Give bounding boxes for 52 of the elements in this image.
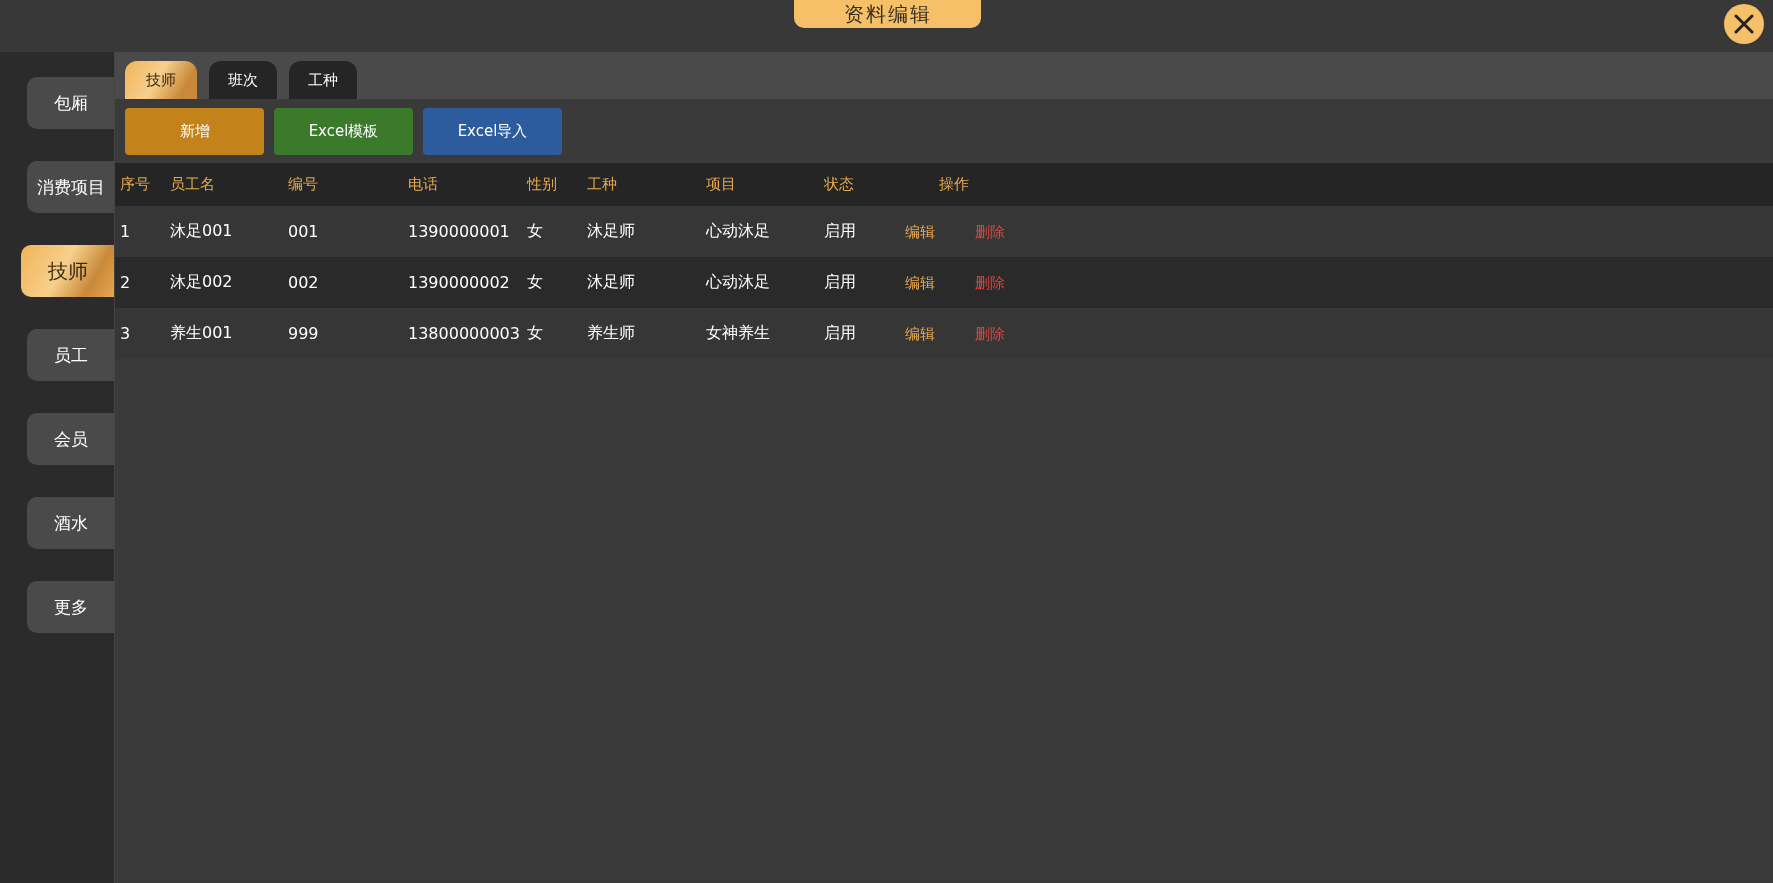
table-cell-text: 启用 (824, 221, 857, 242)
table-cell-text: 沐足师 (587, 272, 636, 293)
table-cell-text: 启用 (824, 272, 857, 293)
table-cell-text: 沐足师 (587, 221, 636, 242)
table-cell-text: 沐足002 (170, 272, 234, 293)
column-header: 工种 (587, 175, 618, 194)
column-header: 性别 (527, 175, 558, 194)
table-cell-text: 女 (527, 323, 544, 344)
table-cell-text: 1390000002 (408, 273, 511, 292)
close-icon (1734, 14, 1754, 34)
window-title: 资料编辑 (794, 0, 981, 28)
column-header: 编号 (288, 175, 319, 194)
table-cell-text: 001 (288, 222, 320, 241)
edit-link[interactable]: 编辑 (905, 273, 935, 292)
tab[interactable]: 班次 (209, 61, 277, 99)
table-cell-text: 女神养生 (706, 323, 771, 344)
close-button[interactable] (1724, 4, 1764, 44)
table-cell-text: 沐足001 (170, 221, 234, 242)
column-header: 员工名 (170, 175, 216, 194)
table-cell-text: 女 (527, 221, 544, 242)
column-header: 电话 (408, 175, 439, 194)
delete-link[interactable]: 删除 (975, 273, 1005, 292)
table-cell-text: 3 (120, 324, 132, 343)
edit-link[interactable]: 编辑 (905, 324, 935, 343)
column-header: 状态 (824, 175, 855, 194)
table-cell-text: 1 (120, 222, 132, 241)
sidebar-item[interactable]: 会员 (27, 413, 114, 465)
sidebar-item[interactable]: 消费项目 (27, 161, 114, 213)
template-button[interactable]: Excel模板 (274, 107, 413, 155)
table-cell-text: 999 (288, 324, 320, 343)
column-header: 操作 (938, 175, 970, 194)
table-cell-text: 心动沐足 (706, 221, 771, 242)
import-button[interactable]: Excel导入 (423, 107, 562, 155)
edit-link[interactable]: 编辑 (905, 222, 935, 241)
table-cell-text: 养生001 (170, 323, 234, 344)
column-header: 序号 (120, 175, 151, 194)
sidebar-item[interactable]: 技师 (21, 245, 114, 297)
table-cell-text: 启用 (824, 323, 857, 344)
table-cell-text: 心动沐足 (706, 272, 771, 293)
column-header: 项目 (706, 175, 737, 194)
tab[interactable]: 技师 (125, 61, 197, 99)
table-cell-text: 女 (527, 272, 544, 293)
table-cell-text: 13800000003 (408, 324, 521, 343)
sidebar-item[interactable]: 酒水 (27, 497, 114, 549)
table-cell-text: 2 (120, 273, 132, 292)
tab[interactable]: 工种 (289, 61, 357, 99)
sidebar-item[interactable]: 员工 (27, 329, 114, 381)
table-cell-text: 002 (288, 273, 320, 292)
table-cell-text: 养生师 (587, 323, 636, 344)
table-cell-text: 1390000001 (408, 222, 511, 241)
sidebar-item[interactable]: 包厢 (27, 77, 114, 129)
sidebar-item[interactable]: 更多 (27, 581, 114, 633)
